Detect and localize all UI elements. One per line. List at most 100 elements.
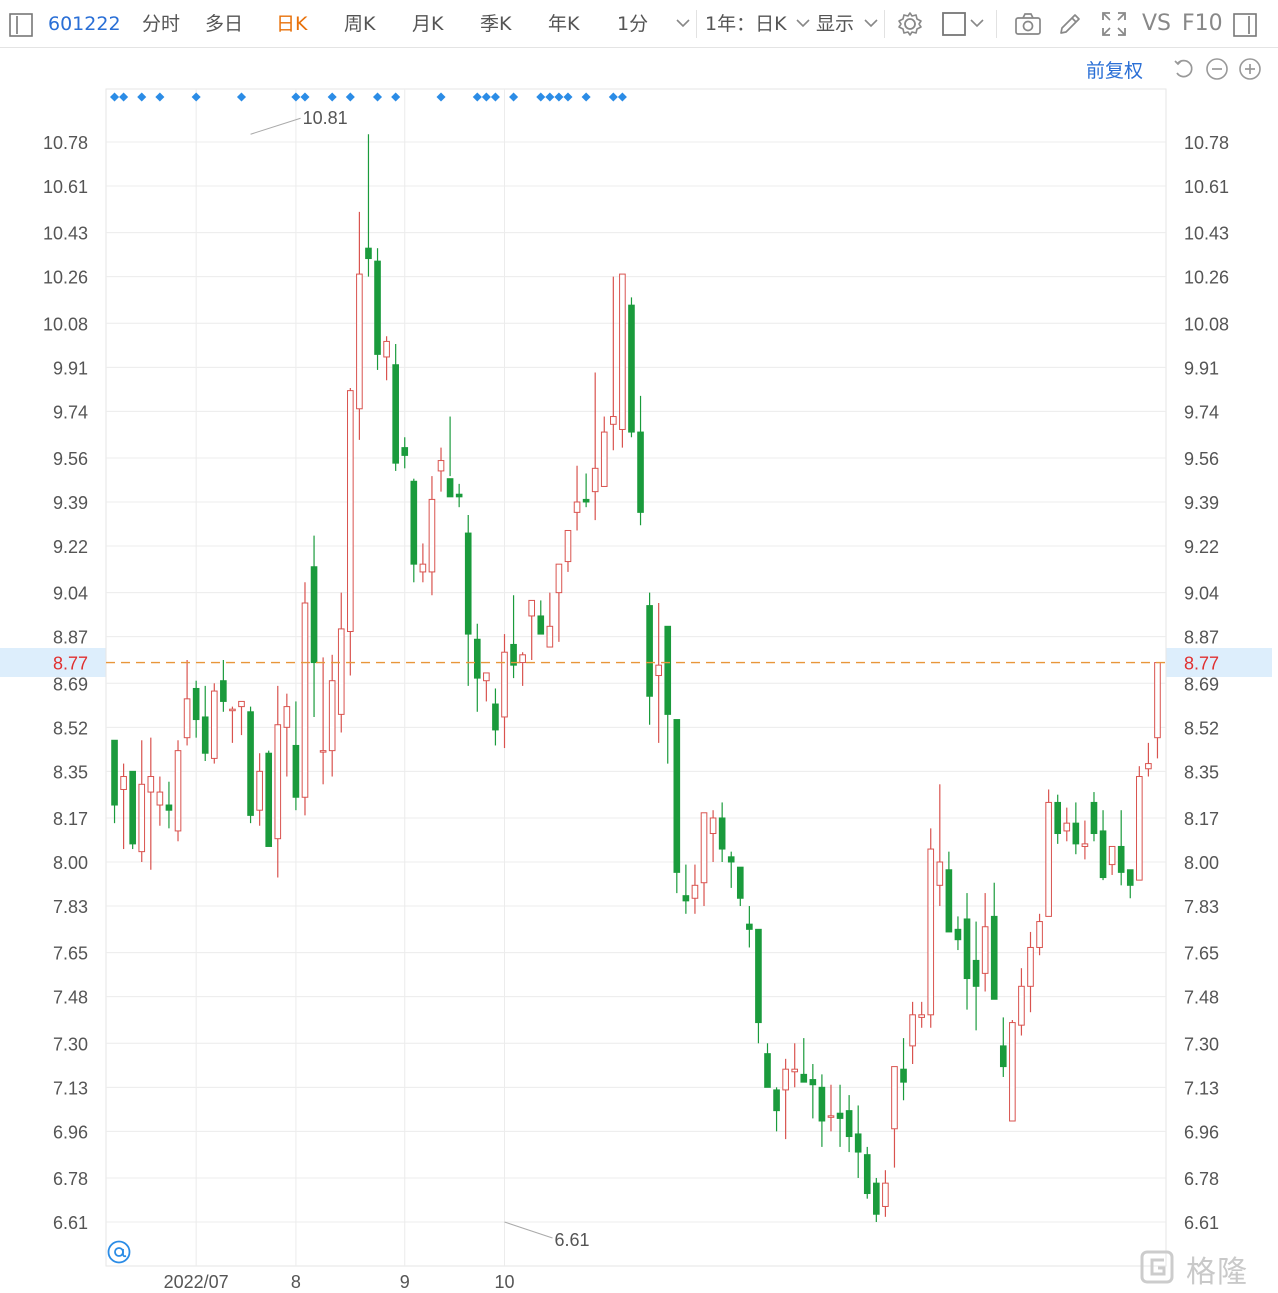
candle: [827, 1084, 835, 1132]
y-tick-left: 10.78: [43, 133, 88, 153]
candle: [628, 297, 635, 438]
y-tick-left: 8.69: [53, 674, 88, 694]
candle: [845, 1095, 853, 1153]
at-icon[interactable]: [107, 1240, 131, 1264]
candle-body: [319, 750, 327, 753]
event-markers: [110, 92, 627, 102]
candle: [419, 543, 427, 583]
y-tick-right: 9.91: [1184, 358, 1219, 378]
candle: [356, 211, 363, 440]
candle-body: [936, 861, 944, 886]
candle: [201, 685, 209, 761]
candle-body: [1045, 801, 1052, 917]
y-tick-right: 9.04: [1184, 584, 1219, 604]
candle: [646, 592, 653, 725]
candle: [111, 739, 118, 824]
candle: [1099, 810, 1107, 881]
candle-body: [238, 700, 245, 708]
candle-body: [963, 918, 971, 980]
candle-body: [464, 532, 472, 635]
candle: [818, 1074, 826, 1147]
candle: [464, 514, 472, 686]
candle: [165, 781, 173, 829]
candle: [519, 652, 526, 686]
candle-body: [210, 690, 218, 759]
candle-body: [310, 566, 318, 664]
event-marker: [554, 92, 564, 102]
candle-body: [909, 1014, 916, 1047]
candle-body: [782, 1068, 789, 1091]
candle-body: [800, 1073, 808, 1083]
candle-body: [1081, 843, 1089, 847]
candle: [1063, 807, 1071, 842]
candle-body: [954, 928, 962, 941]
candle: [392, 344, 399, 471]
candle-body: [256, 770, 263, 811]
candle-body: [673, 719, 681, 873]
plot-frame: [105, 88, 1167, 1267]
annotation-leader: [250, 117, 301, 135]
candle: [220, 659, 227, 712]
event-marker: [345, 92, 355, 102]
event-marker: [490, 92, 500, 102]
event-marker: [300, 92, 310, 102]
candle-body: [337, 628, 345, 715]
candle-body: [156, 791, 164, 806]
candle: [918, 1001, 925, 1028]
candle-body: [619, 273, 626, 430]
candle: [927, 828, 935, 1028]
event-marker: [119, 92, 129, 102]
candle: [854, 1105, 862, 1178]
candle: [700, 812, 708, 907]
candle-body: [546, 625, 554, 648]
candle: [945, 851, 953, 933]
candle: [1117, 810, 1125, 886]
event-marker: [436, 92, 446, 102]
candle: [310, 535, 318, 717]
candle: [773, 1087, 780, 1132]
candle: [637, 395, 644, 526]
candle: [129, 770, 136, 850]
candle: [347, 388, 354, 676]
candle: [990, 882, 998, 1000]
candle: [446, 416, 454, 498]
candle: [1090, 792, 1098, 842]
y-tick-left: 10.08: [43, 314, 88, 334]
y-tick-right: 6.96: [1184, 1122, 1219, 1142]
candlestick-chart[interactable]: 8.77 8.7710.816.61 10.78 10.7810.61 10.6110…: [0, 0, 1278, 1293]
y-tick-left: 9.74: [53, 402, 88, 422]
candle-body: [201, 716, 209, 754]
candle: [192, 680, 200, 738]
annotation-low: 6.61: [555, 1230, 590, 1250]
candle-body: [328, 680, 336, 752]
candle-body: [347, 390, 354, 632]
y-tick-right: 10.78: [1184, 133, 1229, 153]
candle: [483, 672, 490, 702]
candle: [619, 273, 626, 448]
candle-body: [664, 625, 672, 715]
candle-body: [927, 848, 935, 1016]
y-tick-left: 6.96: [53, 1122, 88, 1142]
candle-body: [836, 1112, 844, 1119]
event-marker: [236, 92, 247, 102]
candle: [954, 916, 962, 951]
candle-body: [990, 915, 998, 1000]
candle-body: [918, 1014, 925, 1018]
current-price-label-left: 8.77: [53, 654, 88, 674]
candle: [528, 599, 536, 660]
candle-body: [591, 467, 599, 493]
candle-body: [1090, 801, 1098, 835]
y-tick-left: 8.35: [53, 762, 88, 782]
candle-body: [600, 431, 608, 487]
y-tick-right: 10.08: [1184, 314, 1229, 334]
event-marker: [291, 92, 301, 102]
chart-grid: [105, 88, 1167, 1267]
candle-body: [900, 1068, 907, 1083]
candle-body: [718, 817, 726, 850]
candle: [229, 706, 236, 743]
candle-body: [419, 563, 427, 573]
candle-body: [582, 498, 590, 503]
candle: [383, 336, 390, 381]
candle: [600, 416, 608, 487]
candle-body: [120, 776, 127, 790]
